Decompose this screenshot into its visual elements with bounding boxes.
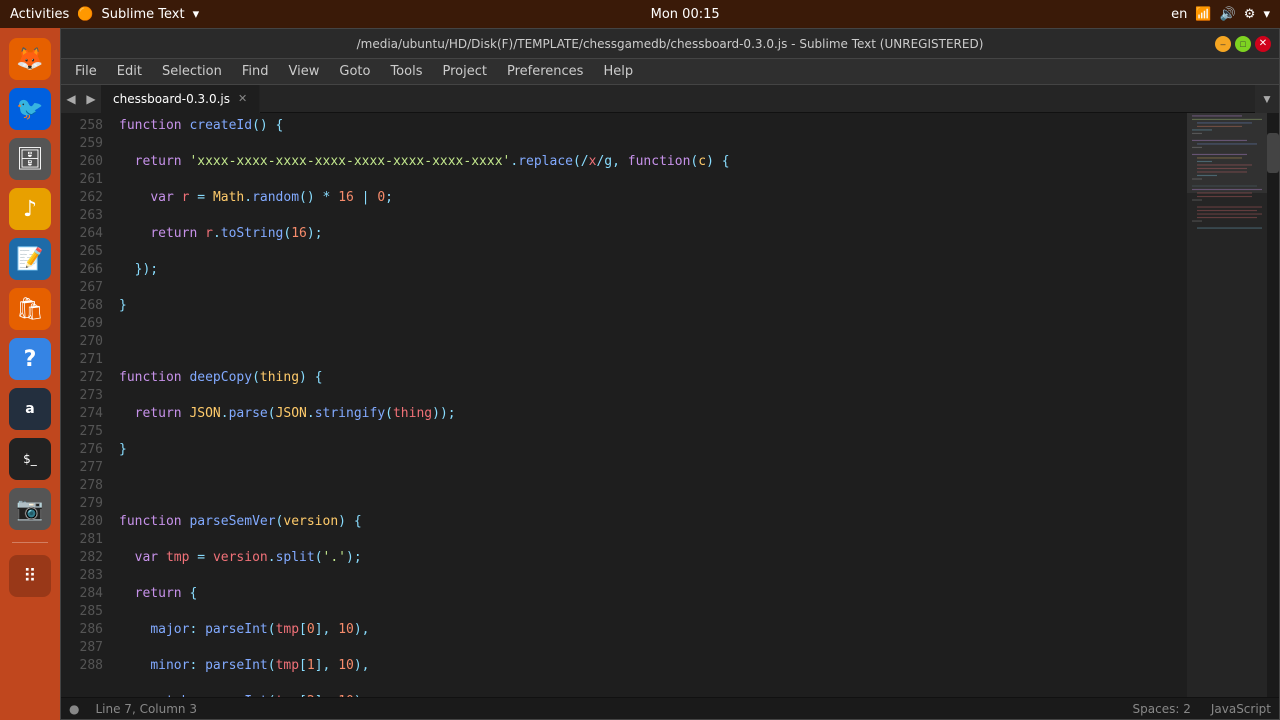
settings-icon[interactable]: ⚙ bbox=[1244, 7, 1256, 22]
minimize-button[interactable]: – bbox=[1215, 36, 1231, 52]
menu-help[interactable]: Help bbox=[593, 62, 643, 81]
tab-bar: ◀ ▶ chessboard-0.3.0.js ✕ ▼ bbox=[61, 85, 1279, 113]
menu-project[interactable]: Project bbox=[432, 62, 496, 81]
menu-find[interactable]: Find bbox=[232, 62, 279, 81]
title-bar: /media/ubuntu/HD/Disk(F)/TEMPLATE/chessg… bbox=[61, 29, 1279, 59]
close-button[interactable]: ✕ bbox=[1255, 36, 1271, 52]
taskbar-icon-apps[interactable]: ⠿ bbox=[9, 555, 51, 597]
status-indicator: ● bbox=[69, 702, 79, 716]
taskbar-icon-libreoffice[interactable]: 📝 bbox=[9, 238, 51, 280]
tab-scroll-left-button[interactable]: ◀ bbox=[61, 85, 81, 113]
power-icon[interactable]: ▾ bbox=[1263, 7, 1270, 22]
taskbar-icon-music[interactable]: ♪ bbox=[9, 188, 51, 230]
tab-overflow-button[interactable]: ▼ bbox=[1255, 85, 1279, 113]
status-bar-right: Spaces: 2 JavaScript bbox=[1133, 702, 1271, 716]
tab-label: chessboard-0.3.0.js bbox=[113, 92, 230, 106]
vertical-scrollbar[interactable] bbox=[1267, 113, 1279, 697]
code-editor[interactable]: function createId() { return 'xxxx-xxxx-… bbox=[111, 113, 1187, 697]
tab-scroll-right-button[interactable]: ▶ bbox=[81, 85, 101, 113]
scrollbar-thumb[interactable] bbox=[1267, 133, 1279, 173]
taskbar-icon-thunderbird[interactable]: 🐦 bbox=[9, 88, 51, 130]
volume-icon[interactable]: 🔊 bbox=[1220, 7, 1236, 22]
taskbar: 🦊 🐦 🗄 ♪ 📝 🛍 ? a $_ 📷 ⠿ bbox=[0, 28, 60, 720]
tab-chessboard[interactable]: chessboard-0.3.0.js ✕ bbox=[101, 85, 260, 113]
menu-goto[interactable]: Goto bbox=[329, 62, 380, 81]
taskbar-icon-help[interactable]: ? bbox=[9, 338, 51, 380]
tab-close-button[interactable]: ✕ bbox=[238, 92, 247, 105]
system-bar: Activities 🟠 Sublime Text ▾ Mon 00:15 en… bbox=[0, 0, 1280, 28]
taskbar-icon-firefox[interactable]: 🦊 bbox=[9, 38, 51, 80]
code-container[interactable]: 258 259 260 261 262 263 264 265 266 267 … bbox=[61, 113, 1187, 697]
main-window: /media/ubuntu/HD/Disk(F)/TEMPLATE/chessg… bbox=[60, 28, 1280, 720]
lang-indicator[interactable]: en bbox=[1171, 7, 1187, 22]
taskbar-icon-amazon[interactable]: a bbox=[9, 388, 51, 430]
app-icon: 🟠 bbox=[77, 7, 93, 22]
line-numbers: 258 259 260 261 262 263 264 265 266 267 … bbox=[61, 113, 111, 697]
clock-text: Mon 00:15 bbox=[651, 7, 720, 22]
status-bar: ● Line 7, Column 3 Spaces: 2 JavaScript bbox=[61, 697, 1279, 719]
menu-view[interactable]: View bbox=[279, 62, 330, 81]
window-title: /media/ubuntu/HD/Disk(F)/TEMPLATE/chessg… bbox=[357, 37, 984, 51]
status-spaces[interactable]: Spaces: 2 bbox=[1133, 702, 1191, 716]
menu-bar: File Edit Selection Find View Goto Tools… bbox=[61, 59, 1279, 85]
menu-tools[interactable]: Tools bbox=[380, 62, 432, 81]
menu-edit[interactable]: Edit bbox=[107, 62, 152, 81]
status-language[interactable]: JavaScript bbox=[1211, 702, 1271, 716]
app-dropdown-icon[interactable]: ▾ bbox=[193, 7, 200, 22]
window-controls: – □ ✕ bbox=[1215, 36, 1271, 52]
system-bar-left: Activities 🟠 Sublime Text ▾ bbox=[10, 7, 199, 22]
taskbar-icon-camera[interactable]: 📷 bbox=[9, 488, 51, 530]
system-bar-right: en 📶 🔊 ⚙ ▾ bbox=[1171, 7, 1270, 22]
wifi-icon[interactable]: 📶 bbox=[1195, 7, 1211, 22]
taskbar-separator bbox=[12, 542, 48, 543]
system-bar-clock: Mon 00:15 bbox=[651, 7, 720, 22]
minimap[interactable] bbox=[1187, 113, 1267, 697]
editor-area: 258 259 260 261 262 263 264 265 266 267 … bbox=[61, 113, 1279, 697]
menu-file[interactable]: File bbox=[65, 62, 107, 81]
minimap-canvas bbox=[1187, 113, 1267, 697]
taskbar-icon-terminal[interactable]: $_ bbox=[9, 438, 51, 480]
app-name[interactable]: Sublime Text bbox=[102, 7, 185, 22]
menu-selection[interactable]: Selection bbox=[152, 62, 232, 81]
status-position[interactable]: Line 7, Column 3 bbox=[95, 702, 197, 716]
maximize-button[interactable]: □ bbox=[1235, 36, 1251, 52]
taskbar-icon-files[interactable]: 🗄 bbox=[9, 138, 51, 180]
taskbar-icon-appstore[interactable]: 🛍 bbox=[9, 288, 51, 330]
activities-label[interactable]: Activities bbox=[10, 7, 69, 22]
menu-preferences[interactable]: Preferences bbox=[497, 62, 593, 81]
